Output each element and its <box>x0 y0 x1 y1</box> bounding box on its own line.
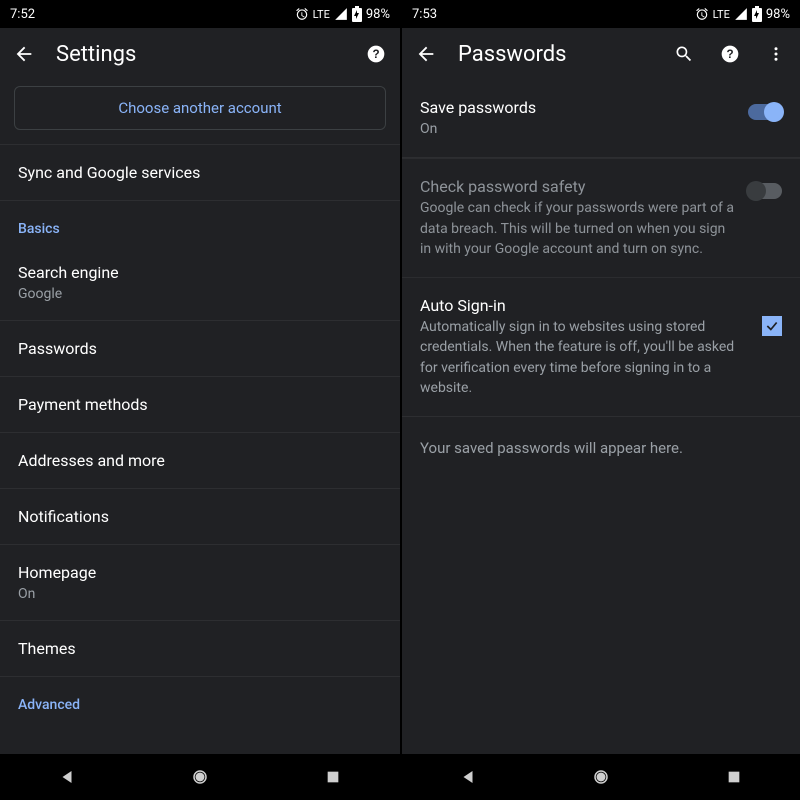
empty-passwords: Your saved passwords will appear here. <box>402 417 800 479</box>
sync-row[interactable]: Sync and Google services <box>0 144 400 201</box>
square-recent-icon <box>726 769 742 785</box>
back-button[interactable] <box>10 40 38 68</box>
signal-icon <box>734 7 748 21</box>
auto-signin-desc: Automatically sign in to websites using … <box>420 317 748 398</box>
battery-icon <box>352 6 362 22</box>
passwords-screen: 7:53 LTE 98% Passwords ? Save passwords … <box>400 0 800 800</box>
settings-screen: 7:52 LTE 98% Settings ? Choose another a… <box>0 0 400 800</box>
nav-bar <box>0 754 400 800</box>
nav-recent[interactable] <box>319 763 347 791</box>
app-bar: Settings ? <box>0 28 400 80</box>
nav-recent[interactable] <box>720 763 748 791</box>
status-battery: 98% <box>766 7 790 22</box>
search-button[interactable] <box>670 40 698 68</box>
check-safety-desc: Google can check if your passwords were … <box>420 198 734 259</box>
homepage-title: Homepage <box>18 563 382 582</box>
section-basics: Basics <box>0 201 400 245</box>
auto-signin-checkbox[interactable] <box>762 316 782 336</box>
triangle-back-icon <box>58 768 76 786</box>
nav-back[interactable] <box>454 763 482 791</box>
payment-title: Payment methods <box>18 395 382 414</box>
check-icon <box>765 319 779 333</box>
search-engine-row[interactable]: Search engine Google <box>0 245 400 321</box>
page-title: Settings <box>56 42 344 67</box>
auto-signin-row[interactable]: Auto Sign-in Automatically sign in to we… <box>402 278 800 417</box>
triangle-back-icon <box>459 768 477 786</box>
passwords-content: Save passwords On Check password safety … <box>402 80 800 754</box>
payment-row[interactable]: Payment methods <box>0 377 400 433</box>
search-engine-sub: Google <box>18 286 382 302</box>
homepage-row[interactable]: Homepage On <box>0 545 400 621</box>
circle-home-icon <box>592 768 610 786</box>
save-passwords-switch[interactable] <box>748 104 782 120</box>
homepage-sub: On <box>18 586 382 602</box>
nav-home[interactable] <box>186 763 214 791</box>
choose-account-link: Choose another account <box>118 99 281 117</box>
circle-home-icon <box>191 768 209 786</box>
alarm-icon <box>295 7 309 21</box>
help-icon: ? <box>720 44 740 64</box>
status-icons: LTE 98% <box>695 6 790 22</box>
passwords-row[interactable]: Passwords <box>0 321 400 377</box>
nav-bar <box>402 754 800 800</box>
page-title: Passwords <box>458 42 652 67</box>
section-advanced: Advanced <box>0 677 400 721</box>
notifications-title: Notifications <box>18 507 382 526</box>
status-battery: 98% <box>366 7 390 22</box>
themes-row[interactable]: Themes <box>0 621 400 677</box>
status-bar: 7:52 LTE 98% <box>0 0 400 28</box>
choose-account-box[interactable]: Choose another account <box>14 86 386 130</box>
arrow-back-icon <box>13 43 35 65</box>
nav-home[interactable] <box>587 763 615 791</box>
nav-back[interactable] <box>53 763 81 791</box>
status-icons: LTE 98% <box>295 6 390 22</box>
check-safety-row: Check password safety Google can check i… <box>402 158 800 278</box>
signal-icon <box>334 7 348 21</box>
passwords-title: Passwords <box>18 339 382 358</box>
notifications-row[interactable]: Notifications <box>0 489 400 545</box>
more-vert-icon <box>767 45 785 63</box>
auto-signin-title: Auto Sign-in <box>420 296 748 315</box>
addresses-row[interactable]: Addresses and more <box>0 433 400 489</box>
sync-title: Sync and Google services <box>18 163 382 182</box>
app-bar: Passwords ? <box>402 28 800 80</box>
battery-icon <box>752 6 762 22</box>
check-safety-switch <box>748 183 782 199</box>
settings-content: Choose another account Sync and Google s… <box>0 80 400 754</box>
save-passwords-title: Save passwords <box>420 98 734 117</box>
save-passwords-sub: On <box>420 119 734 139</box>
status-time: 7:53 <box>412 7 437 22</box>
search-icon <box>674 44 694 64</box>
svg-text:?: ? <box>372 48 379 61</box>
help-icon: ? <box>366 44 386 64</box>
search-engine-title: Search engine <box>18 263 382 282</box>
status-time: 7:52 <box>10 7 35 22</box>
alarm-icon <box>695 7 709 21</box>
status-bar: 7:53 LTE 98% <box>402 0 800 28</box>
overflow-button[interactable] <box>762 40 790 68</box>
status-lte: LTE <box>713 8 730 21</box>
status-lte: LTE <box>313 8 330 21</box>
square-recent-icon <box>325 769 341 785</box>
svg-text:?: ? <box>726 48 733 61</box>
arrow-back-icon <box>415 43 437 65</box>
themes-title: Themes <box>18 639 382 658</box>
help-button[interactable]: ? <box>362 40 390 68</box>
addresses-title: Addresses and more <box>18 451 382 470</box>
save-passwords-row[interactable]: Save passwords On <box>402 80 800 158</box>
check-safety-title: Check password safety <box>420 177 734 196</box>
back-button[interactable] <box>412 40 440 68</box>
help-button[interactable]: ? <box>716 40 744 68</box>
